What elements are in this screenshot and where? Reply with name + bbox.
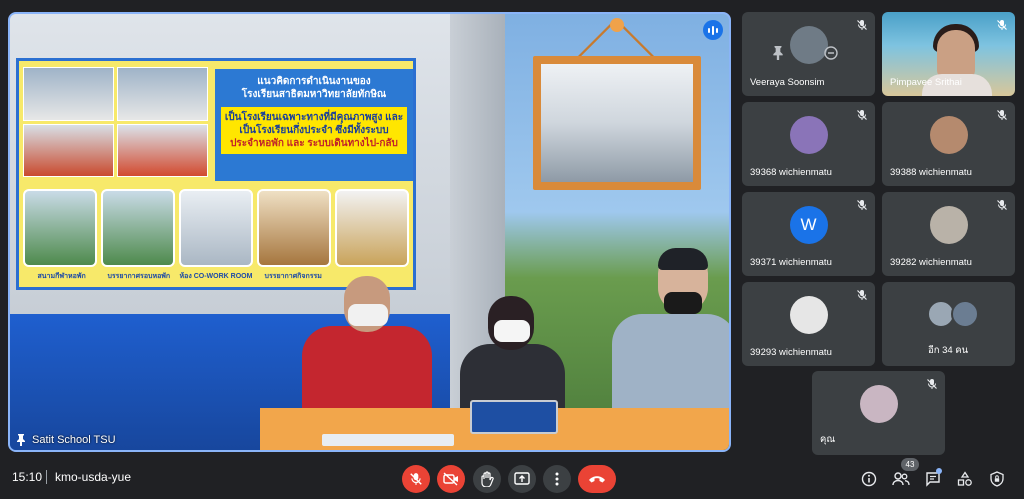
participant-tile[interactable]: 39388 wichienmatu [882, 102, 1015, 186]
chat-notification-dot [936, 468, 942, 474]
slide-thumbnail [179, 189, 253, 267]
participant-name: คุณ [820, 434, 836, 445]
slide-caption: ห้อง CO-WORK ROOM [179, 273, 253, 280]
slide-band-line: เป็นโรงเรียนเฉพาะทางที่มีคุณภาพสูง และ [224, 112, 404, 123]
camera-toggle-button[interactable] [437, 465, 465, 493]
participant-avatar [859, 385, 898, 423]
participant-tile[interactable]: 39368 wichienmatu [742, 102, 875, 186]
participant-tile[interactable]: Pimpavee Srithai [882, 12, 1015, 96]
more-options-button[interactable] [543, 465, 571, 493]
pin-icon[interactable] [772, 46, 784, 60]
slide-photo [117, 123, 208, 177]
shapes-icon [957, 471, 973, 487]
mic-off-icon [855, 18, 869, 32]
participant-avatar [789, 116, 828, 154]
people-count-badge: 43 [901, 458, 919, 471]
participant-tile-others[interactable]: อีก 34 คน [882, 282, 1015, 366]
participant-name: 39293 wichienmatu [750, 347, 832, 358]
slide-thumbnail [23, 189, 97, 267]
picture-frame-hook [610, 18, 624, 32]
participant-name: 39282 wichienmatu [890, 257, 972, 268]
slide-photo [23, 67, 114, 121]
slide-highlight-band: เป็นโรงเรียนเฉพาะทางที่มีคุณภาพสูง และ เ… [221, 107, 407, 154]
slide-thumbnail [257, 189, 331, 267]
mic-off-icon [995, 198, 1009, 212]
slide-title-line: แนวคิดการดำเนินงานของ [257, 76, 371, 87]
slide-thumbnail-row [23, 189, 409, 267]
present-icon [514, 472, 530, 486]
tile-hover-controls [772, 46, 838, 60]
info-icon [861, 471, 877, 487]
slide-band-line: เป็นโรงเรียนกึ่งประจำ ซึ่งมีทั้งระบบ [239, 125, 389, 136]
audio-level-icon [703, 20, 723, 40]
participant-name: Pimpavee Srithai [890, 77, 962, 88]
slide-title-box: แนวคิดการดำเนินงานของ โรงเรียนสาธิตมหาวิ… [215, 69, 413, 181]
participant-tile[interactable]: Veeraya Soonsim [742, 12, 875, 96]
bottom-control-bar: 15:10 kmo-usda-yue 43 [0, 458, 1024, 499]
mic-off-icon [995, 108, 1009, 122]
hanging-picture-frame [533, 56, 701, 190]
participant-avatar [951, 300, 979, 328]
mic-off-icon [855, 288, 869, 302]
slide-photo [23, 123, 114, 177]
participant-video-feed [937, 30, 975, 80]
framed-group-photo [541, 64, 693, 182]
participant-name: 39388 wichienmatu [890, 167, 972, 178]
more-vert-icon [555, 472, 559, 486]
participant-tile[interactable]: 39282 wichienmatu [882, 192, 1015, 276]
self-tile[interactable]: คุณ [812, 371, 945, 455]
mic-off-icon [925, 377, 939, 391]
mic-off-icon [855, 198, 869, 212]
others-count-label: อีก 34 คน [928, 345, 969, 356]
people-button[interactable] [890, 468, 912, 490]
studio-tablet [470, 400, 558, 434]
mic-off-icon [855, 108, 869, 122]
participant-tile[interactable]: 39293 wichienmatu [742, 282, 875, 366]
microphone-toggle-button[interactable] [402, 465, 430, 493]
divider [46, 470, 47, 484]
participant-initial-avatar: W [789, 206, 828, 244]
participant-avatar [929, 206, 968, 244]
participant-tile[interactable]: W 39371 wichienmatu [742, 192, 875, 276]
meeting-details-button[interactable] [858, 468, 880, 490]
slide-thumbnail [335, 189, 409, 267]
presenter-name-tag: Satit School TSU [16, 434, 116, 446]
shield-lock-icon [989, 471, 1005, 487]
participant-name: 39371 wichienmatu [750, 257, 832, 268]
hang-up-icon [588, 474, 606, 484]
meeting-clock: 15:10 [12, 470, 43, 484]
people-icon [892, 472, 910, 486]
slide-caption: สนามกีฬาหอพัก [37, 273, 86, 280]
remove-icon[interactable] [824, 46, 838, 60]
presenter-name: Satit School TSU [32, 434, 116, 446]
other-participants-avatars [927, 300, 979, 328]
meeting-code: kmo-usda-yue [55, 470, 132, 484]
pin-icon[interactable] [16, 434, 26, 446]
participant-name: 39368 wichienmatu [750, 167, 832, 178]
mic-off-icon [409, 472, 423, 486]
slide-caption: บรรยากาศรอบหอพัก [107, 273, 171, 280]
slide-title-line: โรงเรียนสาธิตมหาวิทยาลัยทักษิณ [241, 89, 387, 100]
host-controls-button[interactable] [986, 468, 1008, 490]
mic-off-icon [995, 18, 1009, 32]
studio-keyboard [322, 434, 454, 446]
participant-avatar [789, 296, 828, 334]
main-video-stage[interactable]: แนวคิดการดำเนินงานของ โรงเรียนสาธิตมหาวิ… [8, 12, 731, 452]
slide-photo-grid [23, 67, 208, 177]
slide-band-line: ประจำหอพัก และ ระบบเดินทางไป-กลับ [230, 138, 398, 149]
camera-off-icon [443, 472, 459, 486]
slide-caption: บรรยากาศกิจกรรม [264, 273, 322, 280]
presentation-slide: แนวคิดการดำเนินงานของ โรงเรียนสาธิตมหาวิ… [16, 58, 416, 290]
leave-call-button[interactable] [578, 465, 616, 493]
slide-thumbnail [101, 189, 175, 267]
participant-initial: W [800, 215, 817, 234]
activities-button[interactable] [954, 468, 976, 490]
raise-hand-button[interactable] [473, 465, 501, 493]
slide-photo [117, 67, 208, 121]
participant-name: Veeraya Soonsim [750, 77, 825, 88]
present-now-button[interactable] [508, 465, 536, 493]
hand-icon [480, 471, 494, 487]
participant-avatar [929, 116, 968, 154]
